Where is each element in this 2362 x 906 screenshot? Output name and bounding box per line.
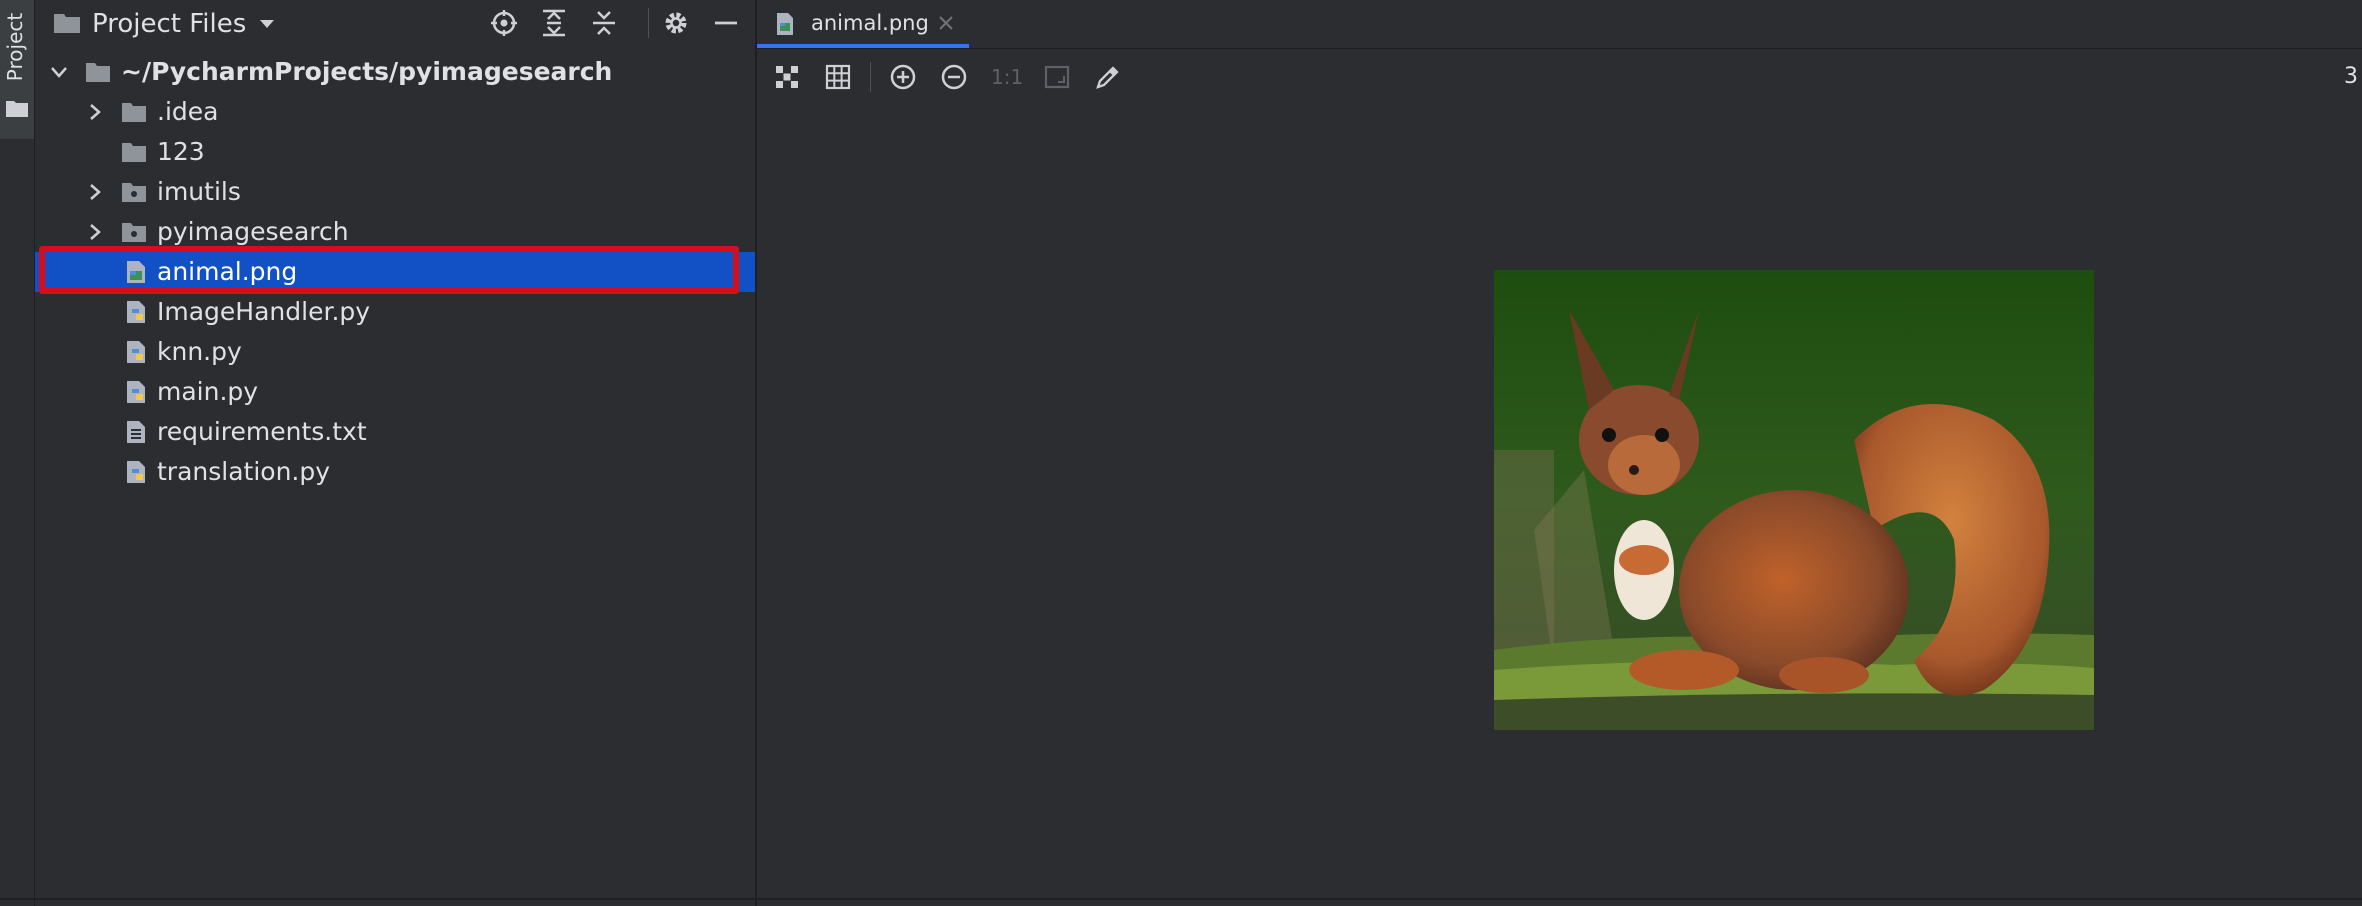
tree-item-label: .idea bbox=[157, 97, 219, 126]
tree-item-label: 123 bbox=[157, 137, 205, 166]
toolbar-separator bbox=[870, 62, 871, 92]
zoom-in-icon[interactable] bbox=[888, 62, 918, 92]
tree-root[interactable]: ~/PycharmProjects/pyimagesearch bbox=[35, 52, 755, 92]
tree-item-translation-py[interactable]: translation.py bbox=[35, 452, 755, 492]
folder-icon bbox=[86, 63, 110, 82]
tree-item-label: translation.py bbox=[157, 457, 331, 486]
tab-label: animal.png bbox=[811, 11, 929, 35]
color-picker-icon[interactable] bbox=[1093, 62, 1123, 92]
chevron-right-icon[interactable] bbox=[85, 182, 105, 202]
tree-item-label: ImageHandler.py bbox=[157, 297, 371, 326]
zoom-out-icon[interactable] bbox=[939, 62, 969, 92]
gear-icon[interactable] bbox=[661, 8, 691, 38]
editor-area: animal.png 1:1 3 bbox=[757, 0, 2362, 906]
tree-item-label: knn.py bbox=[157, 337, 242, 366]
editor-tab-bar: animal.png bbox=[757, 0, 2362, 49]
grid-icon[interactable] bbox=[823, 62, 853, 92]
package-folder-icon bbox=[122, 183, 146, 202]
tab-animal-png[interactable]: animal.png bbox=[757, 0, 969, 48]
actual-size-button[interactable]: 1:1 bbox=[991, 64, 1023, 90]
tree-item-label: main.py bbox=[157, 377, 259, 406]
image-toolbar: 1:1 3 bbox=[757, 52, 2362, 104]
tree-item-idea[interactable]: .idea bbox=[35, 92, 755, 132]
tree-item-imagehandler-py[interactable]: ImageHandler.py bbox=[35, 292, 755, 332]
tree-item-label: animal.png bbox=[157, 257, 298, 286]
status-divider bbox=[0, 898, 2362, 900]
close-icon[interactable] bbox=[937, 14, 955, 32]
collapse-all-icon[interactable] bbox=[589, 8, 619, 38]
tree-item-label: requirements.txt bbox=[157, 417, 367, 446]
image-preview bbox=[1494, 270, 2094, 730]
tree-root-label: ~/PycharmProjects/pyimagesearch bbox=[121, 57, 613, 86]
python-file-icon bbox=[127, 461, 145, 483]
chevron-right-icon[interactable] bbox=[85, 222, 105, 242]
squirrel-image bbox=[1494, 270, 2094, 730]
tree-item-main-py[interactable]: main.py bbox=[35, 372, 755, 412]
folder-icon bbox=[122, 103, 146, 122]
image-file-icon bbox=[127, 261, 145, 283]
chevron-down-icon[interactable] bbox=[49, 62, 69, 82]
folder-icon bbox=[122, 143, 146, 162]
fit-zoom-icon[interactable] bbox=[1042, 62, 1072, 92]
python-file-icon bbox=[127, 381, 145, 403]
tree-item-knn-py[interactable]: knn.py bbox=[35, 332, 755, 372]
tree-item-label: imutils bbox=[157, 177, 241, 206]
project-tool-button[interactable]: Project bbox=[0, 0, 34, 139]
python-file-icon bbox=[127, 341, 145, 363]
locate-icon[interactable] bbox=[489, 8, 519, 38]
project-panel: Project Files ~/PycharmProjects/pyimages… bbox=[35, 0, 755, 906]
tree-item-animal-png[interactable]: animal.png bbox=[35, 246, 755, 294]
header-separator bbox=[648, 8, 649, 38]
chevron-down-icon[interactable] bbox=[259, 18, 275, 30]
tree-item-123[interactable]: 123 bbox=[35, 132, 755, 172]
expand-all-icon[interactable] bbox=[539, 8, 569, 38]
chevron-right-icon[interactable] bbox=[85, 102, 105, 122]
text-file-icon bbox=[127, 421, 145, 443]
tool-window-strip: Project bbox=[0, 0, 35, 906]
image-info-text: 3 bbox=[2344, 64, 2358, 89]
minimize-icon[interactable] bbox=[711, 8, 741, 38]
image-file-icon bbox=[777, 13, 793, 35]
python-file-icon bbox=[127, 301, 145, 323]
panel-title[interactable]: Project Files bbox=[92, 8, 246, 40]
project-tool-label: Project bbox=[3, 12, 27, 82]
tree-item-requirements-txt[interactable]: requirements.txt bbox=[35, 412, 755, 452]
project-panel-header: Project Files bbox=[35, 0, 755, 48]
folder-icon bbox=[54, 14, 80, 33]
tree-item-imutils[interactable]: imutils bbox=[35, 172, 755, 212]
package-folder-icon bbox=[122, 223, 146, 242]
folder-icon bbox=[6, 101, 28, 117]
transparency-chessboard-icon[interactable] bbox=[772, 62, 802, 92]
